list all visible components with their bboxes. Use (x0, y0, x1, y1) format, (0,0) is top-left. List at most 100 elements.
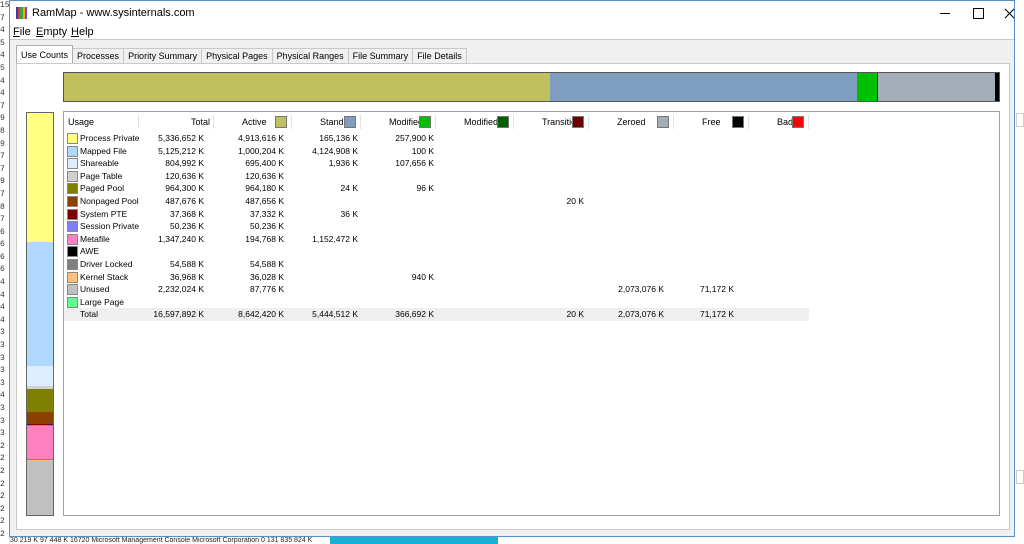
column-color-swatch (344, 116, 356, 128)
background-glyph: 2 (0, 479, 5, 489)
cell-active (204, 245, 284, 258)
background-glyph: 7 (0, 152, 5, 162)
usage-label: Mapped File (80, 145, 127, 156)
cell-active: 37,332 K (249, 208, 284, 219)
table-row[interactable]: Nonpaged Pool 487,676 K 487,656 K 20 K (64, 195, 999, 208)
cell-total: 964,300 K (165, 183, 204, 194)
background-glyph: 7 (0, 164, 5, 174)
usage-bar (26, 112, 54, 516)
tab-file-details[interactable]: File Details (412, 48, 467, 63)
cell-transition (504, 233, 584, 246)
cell-bad (729, 182, 809, 195)
tab-priority-summary[interactable]: Priority Summary (123, 48, 203, 63)
usage-color-swatch (67, 208, 78, 220)
cell-total: 54,588 K (169, 259, 204, 269)
table-row[interactable]: Metafile 1,347,240 K 194,768 K 1,152,472 K (64, 233, 999, 246)
cell-bad (729, 195, 809, 208)
column-header-modified[interactable]: Modified (361, 112, 436, 132)
background-glyph: 4 (0, 278, 5, 288)
menu-empty[interactable]: Empty (36, 26, 67, 38)
table-row[interactable]: System PTE 37,368 K 37,332 K 36 K (64, 208, 999, 221)
column-header-active[interactable]: Active (214, 112, 292, 132)
menu-file[interactable]: File (13, 26, 31, 38)
column-header-zeroed[interactable]: Zeroed (589, 112, 674, 132)
table-row[interactable]: AWE (64, 245, 999, 258)
column-header-label: Zeroed (617, 117, 646, 127)
cell-modified (424, 157, 504, 170)
cell-standby: 165,136 K (319, 133, 358, 143)
column-header-bad[interactable]: Bad (749, 112, 809, 132)
column-header-modified[interactable]: Modified ... (436, 112, 514, 132)
cell-modified: 96 K (416, 183, 435, 194)
table-row[interactable]: Driver Locked 54,588 K 54,588 K (64, 258, 999, 271)
usage-bar-segment-paged-pool (27, 388, 53, 413)
usage-label: Kernel Stack (80, 271, 129, 282)
background-glyph: 7 (0, 13, 5, 23)
cell-modified (424, 233, 504, 246)
cell-standby (278, 170, 358, 183)
table-row[interactable]: Mapped File 5,125,212 K 1,000,204 K 4,124,9… (64, 145, 999, 158)
usage-label: AWE (80, 246, 100, 257)
cell-free (654, 220, 734, 233)
column-color-swatch (497, 116, 509, 128)
cell-free (654, 245, 734, 258)
cell-modified (354, 233, 434, 246)
cell-active: 54,588 K (249, 259, 284, 269)
tab-physical-pages[interactable]: Physical Pages (201, 48, 273, 63)
tab-use-counts[interactable]: Use Counts (16, 45, 74, 63)
cell-total: 487,676 K (165, 196, 204, 206)
memory-bar-segment-zeroed (878, 73, 995, 101)
column-header-transition[interactable]: Transition (514, 112, 589, 132)
menu-help[interactable]: Help (71, 26, 94, 38)
minimize-button[interactable] (928, 1, 962, 25)
cell-active: 120,636 K (245, 170, 284, 181)
background-window-right (1014, 0, 1024, 544)
background-glyph: 4 (0, 391, 5, 401)
usage-color-swatch (67, 170, 78, 182)
column-header-label: Bad (777, 117, 794, 127)
cell-transition (504, 145, 584, 158)
cell-total (124, 245, 204, 258)
usage-color-swatch (67, 246, 78, 258)
usage-color-swatch (67, 145, 78, 157)
background-glyph: 3 (0, 328, 5, 338)
tab-file-summary[interactable]: File Summary (347, 48, 414, 63)
close-button[interactable] (992, 1, 1024, 25)
usage-label: Paged Pool (80, 183, 124, 194)
column-header-usage[interactable]: Usage (64, 112, 139, 132)
table-total-row[interactable]: Total 16,597,892 K 8,642,420 K 5,444,512 K 3… (64, 308, 809, 321)
table-row[interactable]: Kernel Stack 36,968 K 36,028 K 940 K (64, 271, 999, 284)
background-highlight (330, 537, 498, 544)
title-bar[interactable]: RamMap - www.sysinternals.com (10, 1, 1014, 25)
cell-transition (504, 182, 584, 195)
tab-processes[interactable]: Processes (72, 48, 125, 63)
usage-color-swatch (67, 259, 78, 270)
table-row[interactable]: Shareable 804,992 K 695,400 K 1,936 K 107,65… (64, 157, 999, 170)
cell-total: 1,347,240 K (158, 233, 204, 244)
table-row[interactable]: Session Private 50,236 K 50,236 K (64, 220, 999, 233)
cell-total: 37,368 K (169, 208, 204, 219)
column-header-free[interactable]: Free (674, 112, 749, 132)
usage-bar-segment-nonpaged-pool (27, 412, 53, 424)
column-header-standby[interactable]: Standby (292, 112, 361, 132)
background-glyph: 6 (0, 265, 5, 275)
table-row[interactable]: Paged Pool 964,300 K 964,180 K 24 K 96 K (64, 182, 999, 195)
maximize-button[interactable] (961, 1, 995, 25)
usage-color-swatch (67, 296, 78, 308)
cell-zeroed (584, 195, 664, 208)
cell-standby: 1,152,472 K (312, 233, 358, 244)
total-label: Total (80, 309, 98, 320)
use-counts-table[interactable]: Usage Total Active Standby Modified Modified … (63, 111, 1000, 516)
cell-free (654, 132, 734, 145)
table-row[interactable]: Large Page (64, 296, 999, 309)
background-glyph: 6 (0, 252, 5, 262)
table-row[interactable]: Page Table 120,636 K 120,636 K (64, 170, 999, 183)
table-row[interactable]: Process Private 5,336,652 K 4,913,616 K 165… (64, 132, 999, 145)
tab-physical-ranges[interactable]: Physical Ranges (271, 48, 349, 63)
column-header-total[interactable]: Total (139, 112, 214, 132)
cell-modified (354, 208, 434, 221)
table-row[interactable]: Unused 2,232,024 K 87,776 K 2,073,076 K 71,1… (64, 283, 999, 296)
column-header-label: Usage (68, 117, 95, 127)
cell-transition (504, 283, 584, 296)
cell-total: 5,125,212 K (158, 145, 204, 156)
